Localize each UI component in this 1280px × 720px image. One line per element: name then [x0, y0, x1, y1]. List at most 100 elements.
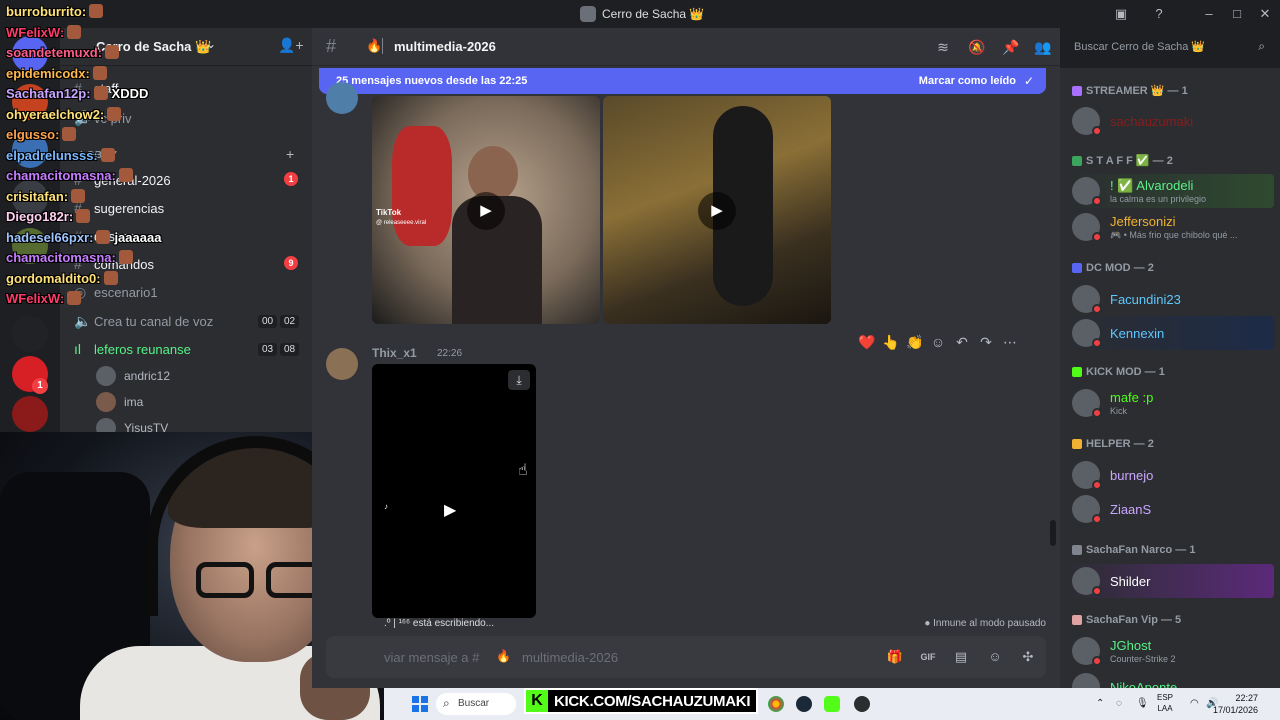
video-attachment[interactable]: TikTok @ releaseeee.viral ▶	[372, 96, 600, 324]
more-icon[interactable]: ⋯	[1002, 334, 1018, 351]
status-dot	[1092, 480, 1102, 490]
download-icon[interactable]: ⤓	[508, 370, 530, 390]
point-reaction-icon[interactable]: 👆	[882, 334, 899, 351]
member-name: ZiaanS	[1110, 502, 1152, 517]
member-item[interactable]: burnejo	[1066, 458, 1274, 492]
member-item[interactable]: Jeffersonizi 🎮 • Más frio que chibolo qué…	[1066, 210, 1274, 244]
gif-icon[interactable]: GIF	[919, 648, 937, 666]
maximize-button[interactable]: □	[1228, 5, 1246, 23]
clock[interactable]: 22:27 17/01/2026	[1213, 692, 1258, 716]
reply-icon[interactable]: ↶	[954, 334, 970, 351]
add-reaction-icon[interactable]: ☺	[930, 334, 946, 350]
message-timestamp: 22:26	[437, 348, 463, 359]
member-item[interactable]: Kennexin	[1066, 316, 1274, 350]
member-item[interactable]: ZiaanS	[1066, 492, 1274, 526]
server-icon-5[interactable]	[12, 316, 48, 352]
emote-icon	[105, 45, 120, 59]
member-group-label: DC MOD — 2	[1086, 262, 1154, 274]
stream-chat-user: chamacitomasna:	[6, 250, 116, 265]
member-item[interactable]: JGhost Counter-Strike 2	[1066, 634, 1274, 668]
slowmode-notice: ● Inmune al modo pausado	[924, 618, 1046, 629]
gift-icon[interactable]: 🎁	[886, 648, 904, 666]
member-group-header: HELPER — 2	[1072, 438, 1154, 450]
voice-user-name: andric12	[124, 369, 171, 383]
threads-icon[interactable]: ≋	[934, 38, 952, 56]
scrollbar-thumb[interactable]	[1050, 520, 1056, 546]
emoji-icon[interactable]: ☺	[986, 648, 1004, 666]
member-list-icon[interactable]: 👥	[1034, 38, 1052, 56]
taskbar-search[interactable]: Buscar	[436, 693, 516, 715]
video-attachment[interactable]: ▶	[603, 96, 831, 324]
voice-user[interactable]: andric12	[96, 365, 170, 387]
stream-chat-line: chamacitomasna:	[6, 168, 137, 183]
kick-url: KICK.COM/SACHAUZUMAKI	[554, 692, 751, 710]
search-input[interactable]	[1074, 39, 1244, 55]
new-messages-bar[interactable]: 25 mensajes nuevos desde las 22:25 Marca…	[319, 68, 1046, 94]
tray-chevron-icon[interactable]: ⌃	[1096, 698, 1104, 709]
stream-chat-text: XDDD	[111, 86, 149, 101]
windows-start-icon[interactable]	[412, 696, 428, 712]
shield-icon: ●	[924, 618, 931, 629]
clap-reaction-icon[interactable]: 👏	[906, 334, 923, 351]
emote-icon	[92, 65, 107, 80]
voice-user[interactable]: ima	[96, 391, 143, 413]
mute-bell-icon[interactable]: 🔕	[968, 38, 986, 56]
member-item[interactable]: ! ✅ Alvarodeli la calma es un privilegio	[1066, 174, 1274, 208]
member-item[interactable]: Facundini23	[1066, 282, 1274, 316]
stream-chat-user: epidemicodx:	[6, 65, 90, 81]
add-channel-icon[interactable]: +	[286, 146, 294, 162]
heart-reaction-icon[interactable]: ❤️	[858, 334, 875, 351]
network-icon[interactable]: ◌	[1116, 698, 1122, 709]
forward-icon[interactable]: ↷	[978, 334, 994, 351]
chrome-icon[interactable]	[768, 696, 784, 712]
server-icon-7[interactable]	[12, 396, 48, 432]
avatar[interactable]	[326, 348, 358, 380]
inbox-icon[interactable]: ▣	[1112, 5, 1130, 23]
member-group-header: DC MOD — 2	[1072, 262, 1154, 274]
play-icon[interactable]: ▶	[467, 192, 505, 230]
lang-layout: LAA	[1157, 704, 1173, 713]
steam-icon[interactable]	[796, 696, 812, 712]
stream-chat-user: gordomaldito0:	[6, 270, 101, 286]
message-composer[interactable]: viar mensaje a # 🔥 multimedia-2026 🎁 GIF…	[326, 636, 1046, 678]
invite-people-icon[interactable]: 👤+	[278, 37, 304, 54]
kick-app-icon[interactable]	[824, 696, 840, 712]
member-item[interactable]: Shilder	[1066, 564, 1274, 598]
search-icon[interactable]: ⌕	[1258, 39, 1265, 54]
minimize-button[interactable]: –	[1200, 5, 1218, 23]
mic-icon[interactable]: 🎙	[1136, 698, 1149, 709]
stream-chat-line: hadesel66pxr: jaaaaaa	[6, 229, 161, 245]
chat-main: # 🔥 multimedia-2026 ≋ 🔕 📌 👥 25 mensajes …	[312, 28, 1060, 688]
member-item[interactable]: mafe :p Kick	[1066, 386, 1274, 420]
mark-read-button[interactable]: Marcar como leído	[919, 75, 1016, 87]
member-group-label: SachaFan Narco — 1	[1086, 544, 1196, 556]
apps-icon[interactable]: ✣	[1019, 648, 1037, 666]
language-indicator[interactable]: ESP LAA	[1157, 692, 1173, 714]
stream-chat-user: Sachafan12p:	[6, 86, 91, 101]
play-icon[interactable]: ▶	[698, 192, 736, 230]
composer-placeholder-channel: multimedia-2026	[522, 650, 619, 665]
help-icon[interactable]: ?	[1150, 5, 1168, 23]
member-item[interactable]: sachauzumaki	[1066, 104, 1274, 138]
tiktok-handle: @ releaseeee.viral	[376, 220, 427, 226]
search-box[interactable]: ⌕	[1066, 34, 1272, 60]
stream-chat-line: burroburrito:	[6, 4, 107, 19]
close-button[interactable]: ✕	[1256, 5, 1274, 23]
member-status: Kick	[1110, 406, 1128, 416]
emote-icon	[67, 291, 82, 305]
obs-icon[interactable]	[854, 696, 870, 712]
role-icon	[1072, 545, 1082, 555]
pin-icon[interactable]: 📌	[1002, 38, 1020, 56]
member-name: burnejo	[1110, 468, 1154, 483]
avatar[interactable]	[326, 82, 358, 114]
play-icon[interactable]: ▶	[444, 500, 456, 520]
mouse-cursor-icon: ☝	[518, 462, 528, 479]
message-author[interactable]: Thix_x1	[372, 346, 417, 360]
wifi-icon[interactable]: ◠	[1190, 698, 1199, 709]
tiktok-logo-icon: ♪	[384, 502, 388, 511]
sticker-icon[interactable]: ▤	[952, 648, 970, 666]
video-attachment[interactable]: ⤓ ♪ ▶	[372, 364, 536, 618]
member-group-label: HELPER — 2	[1086, 438, 1154, 450]
member-name: Shilder	[1110, 574, 1151, 589]
tiktok-label: TikTok	[376, 208, 402, 217]
